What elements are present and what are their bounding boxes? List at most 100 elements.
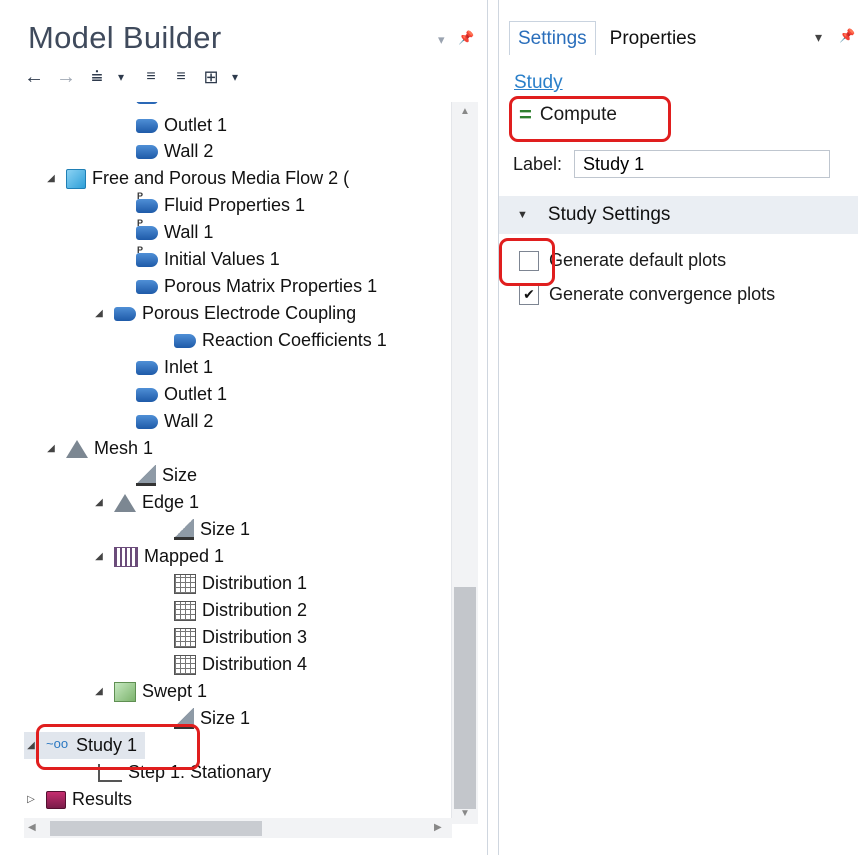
compute-highlight-annotation xyxy=(509,96,671,142)
study-settings-section-header[interactable]: ▼ Study Settings xyxy=(499,196,858,234)
tree-node-label: Swept 1 xyxy=(142,681,208,701)
generate-convergence-plots-row: ✔ Generate convergence plots xyxy=(519,284,775,305)
tree-node-label: Mesh 1 xyxy=(94,438,154,458)
size-icon xyxy=(136,465,156,486)
chevron-down-icon: ▼ xyxy=(517,209,528,221)
tree-node-results[interactable]: ▷ Results xyxy=(24,786,132,813)
tree-node-label: Outlet 1 xyxy=(164,115,228,135)
collapse-toggle-icon[interactable]: ◢ xyxy=(44,173,58,184)
tree-node-outlet-1b[interactable]: Outlet 1 xyxy=(114,381,227,408)
section-title: Study Settings xyxy=(547,204,671,225)
boundary-icon xyxy=(136,118,158,133)
expand-toggle-icon[interactable]: ▷ xyxy=(24,794,38,805)
collapse-toggle-icon[interactable]: ◢ xyxy=(92,308,106,319)
horizontal-scrollbar[interactable]: ◀ ▶ xyxy=(24,818,452,838)
label-row: Label: xyxy=(513,150,831,178)
group-menu-icon[interactable]: ▾ xyxy=(226,66,244,88)
tree-node-mesh-1[interactable]: ◢ Mesh 1 xyxy=(44,435,153,462)
tree-node-label: Wall 2 xyxy=(164,411,214,431)
physics-cube-icon xyxy=(66,168,86,189)
tree-node-label: Distribution 3 xyxy=(202,627,308,647)
tree-node-distribution-4[interactable]: Distribution 4 xyxy=(152,651,307,678)
group-nodes-icon[interactable]: ⊞ xyxy=(202,66,220,88)
mapped-icon xyxy=(114,546,138,567)
collapse-toggle-icon[interactable]: ◢ xyxy=(92,686,106,697)
tree-node-label: Distribution 2 xyxy=(202,600,308,620)
tree-node-label: Outlet 1 xyxy=(164,384,228,404)
show-menu-icon[interactable]: ▾ xyxy=(112,66,130,88)
generate-convergence-plots-checkbox[interactable]: ✔ xyxy=(519,284,539,305)
tree-node-outlet-1[interactable]: Outlet 1 xyxy=(114,112,227,139)
tree-node-label: Fluid Properties 1 xyxy=(164,195,306,215)
tree-node-label: Mapped 1 xyxy=(144,546,225,566)
scroll-up-icon[interactable]: ▲ xyxy=(460,106,470,117)
show-filter-icon[interactable]: ⩧ xyxy=(88,66,106,88)
collapse-toggle-icon[interactable]: ◢ xyxy=(92,497,106,508)
boundary-icon xyxy=(174,333,196,348)
settings-panel: Settings Properties ▾ 📌 Study = Compute … xyxy=(498,0,858,855)
expand-sections-icon[interactable]: ≡ xyxy=(142,66,160,88)
tree-node-label: Porous Electrode Coupling xyxy=(142,303,357,323)
tree-node-label: Distribution 4 xyxy=(202,654,308,674)
collapse-toggle-icon[interactable]: ◢ xyxy=(44,443,58,454)
model-builder-panel: Model Builder ▾ 📌 ← → ⩧ ▾ ≡ ≡ ⊞ ▾ Outlet… xyxy=(0,0,488,855)
tree-node-label: Distribution 1 xyxy=(202,573,308,593)
tree-node-initial-values-1[interactable]: Initial Values 1 xyxy=(114,245,280,273)
tab-settings[interactable]: Settings xyxy=(509,21,596,55)
tree-node-porous-matrix-1[interactable]: Porous Matrix Properties 1 xyxy=(114,273,377,300)
size-icon xyxy=(174,519,194,540)
tree-node-edge-size-1[interactable]: Size 1 xyxy=(152,516,250,543)
tab-properties[interactable]: Properties xyxy=(602,22,705,55)
tree-node-porous-electrode-coupling[interactable]: ◢ Porous Electrode Coupling xyxy=(92,300,356,327)
tree-node-edge-1[interactable]: ◢ Edge 1 xyxy=(92,489,199,516)
tree-node-distribution-2[interactable]: Distribution 2 xyxy=(152,597,307,624)
tree-node-size[interactable]: Size xyxy=(114,462,197,489)
model-builder-title: Model Builder xyxy=(28,20,222,55)
scroll-left-icon[interactable]: ◀ xyxy=(28,822,36,833)
tree-node-fluid-properties-1[interactable]: Fluid Properties 1 xyxy=(114,191,306,219)
boundary-icon xyxy=(136,360,158,375)
tree-node-label: Edge 1 xyxy=(142,492,200,512)
tree-node-reaction-coefficients-1[interactable]: Reaction Coefficients 1 xyxy=(152,327,387,354)
collapse-sections-icon[interactable]: ≡ xyxy=(172,66,190,88)
vertical-scroll-thumb[interactable] xyxy=(454,587,476,809)
tree-node-wall-2b[interactable]: Wall 2 xyxy=(114,408,213,435)
forward-arrow-icon[interactable]: → xyxy=(56,66,76,88)
boundary-icon xyxy=(136,387,158,402)
domain-icon xyxy=(136,218,158,240)
collapse-toggle-icon[interactable]: ◢ xyxy=(92,551,106,562)
pin-icon[interactable]: 📌 xyxy=(839,28,855,44)
tree-node-swept-1[interactable]: ◢ Swept 1 xyxy=(92,678,207,705)
boundary-icon xyxy=(114,306,136,321)
tree-node-inlet-1[interactable]: Inlet 1 xyxy=(114,354,213,381)
boundary-icon xyxy=(136,144,158,159)
tree-node-label: Inlet 1 xyxy=(164,357,214,377)
tree-node-label: Results xyxy=(72,789,133,809)
grid-icon xyxy=(174,600,196,621)
tree-node-label: Size 1 xyxy=(200,519,251,539)
tab-menu-icon[interactable]: ▾ xyxy=(815,29,822,46)
settings-tabs: Settings Properties xyxy=(509,19,858,55)
checkbox-label: Generate default plots xyxy=(549,250,727,270)
tree-node-mapped-1[interactable]: ◢ Mapped 1 xyxy=(92,543,224,570)
tree-node-label: Wall 2 xyxy=(164,141,214,161)
scroll-down-icon[interactable]: ▼ xyxy=(460,808,470,819)
tree-node-label: Initial Values 1 xyxy=(164,249,280,269)
model-builder-toolbar: ← → ⩧ ▾ ≡ ≡ ⊞ ▾ xyxy=(24,64,244,90)
tree-node-free-porous-flow-2[interactable]: ◢ Free and Porous Media Flow 2 ( xyxy=(44,165,349,192)
tree-node-label: Wall 1 xyxy=(164,222,214,242)
vertical-scrollbar[interactable]: ▲ ▼ xyxy=(451,102,478,824)
domain-icon xyxy=(136,191,158,213)
label-input[interactable] xyxy=(574,150,831,178)
back-arrow-icon[interactable]: ← xyxy=(24,66,44,88)
pin-icon[interactable]: 📌 xyxy=(458,30,474,46)
tree-node-distribution-1[interactable]: Distribution 1 xyxy=(152,570,307,597)
checkbox-highlight-annotation xyxy=(499,238,555,286)
horizontal-scroll-thumb[interactable] xyxy=(50,821,262,836)
tree-node-wall-1[interactable]: Wall 1 xyxy=(114,218,214,246)
grid-icon xyxy=(174,654,196,675)
minimize-icon[interactable]: ▾ xyxy=(438,32,445,48)
tree-node-distribution-3[interactable]: Distribution 3 xyxy=(152,624,307,651)
scroll-right-icon[interactable]: ▶ xyxy=(434,822,442,833)
tree-node-wall-2[interactable]: Wall 2 xyxy=(114,138,213,165)
